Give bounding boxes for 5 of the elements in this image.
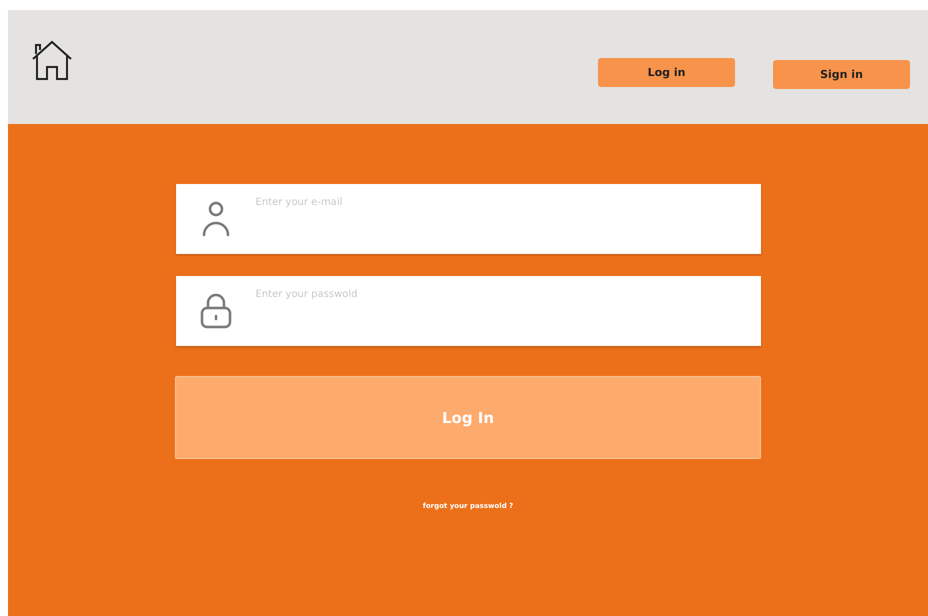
sign-in-button[interactable]: Sign in: [773, 60, 910, 89]
home-icon[interactable]: [32, 39, 72, 81]
log-in-button[interactable]: Log in: [598, 58, 735, 87]
lock-icon: [200, 293, 232, 329]
user-icon: [200, 201, 230, 237]
